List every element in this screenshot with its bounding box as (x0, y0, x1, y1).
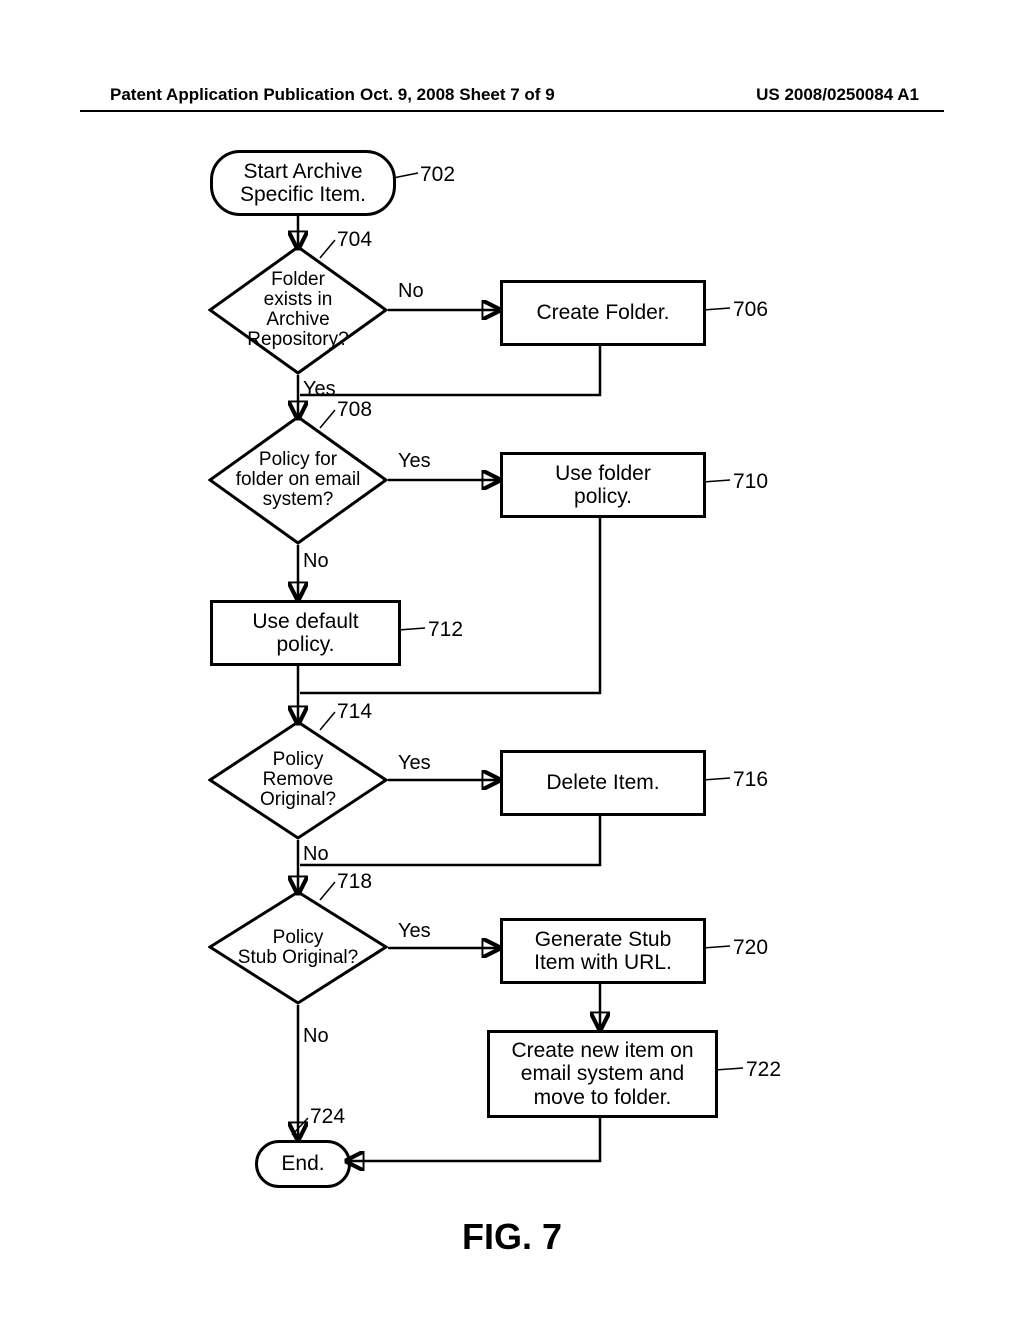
label-704-yes: Yes (303, 378, 336, 401)
terminator-end-text: End. (281, 1152, 324, 1175)
ref-708: 708 (337, 398, 372, 422)
header-right: US 2008/0250084 A1 (756, 85, 919, 105)
ref-704: 704 (337, 228, 372, 252)
process-722: Create new item on email system and move… (487, 1030, 718, 1118)
terminator-start: Start Archive Specific Item. (210, 150, 396, 216)
process-710-text: Use folder policy. (555, 462, 651, 508)
decision-708-text: Policy for folder on email system? (208, 415, 388, 545)
process-716-text: Delete Item. (546, 771, 659, 794)
label-708-yes: Yes (398, 450, 431, 473)
label-714-no: No (303, 843, 329, 866)
terminator-start-text: Start Archive Specific Item. (240, 160, 366, 206)
figure-caption: FIG. 7 (0, 1216, 1024, 1258)
ref-712: 712 (428, 618, 463, 642)
decision-718: Policy Stub Original? (208, 890, 388, 1005)
page: Patent Application Publication Oct. 9, 2… (0, 0, 1024, 1320)
process-716: Delete Item. (500, 750, 706, 816)
process-706: Create Folder. (500, 280, 706, 346)
decision-714-text: Policy Remove Original? (208, 720, 388, 840)
process-712-text: Use default policy. (252, 610, 358, 656)
label-708-no: No (303, 550, 329, 573)
header-rule (80, 110, 944, 112)
label-704-no: No (398, 280, 424, 303)
ref-702: 702 (420, 163, 455, 187)
decision-718-text: Policy Stub Original? (208, 890, 388, 1005)
ref-710: 710 (733, 470, 768, 494)
label-718-no: No (303, 1025, 329, 1048)
ref-722: 722 (746, 1058, 781, 1082)
ref-724: 724 (310, 1105, 345, 1129)
process-712: Use default policy. (210, 600, 401, 666)
ref-706: 706 (733, 298, 768, 322)
label-718-yes: Yes (398, 920, 431, 943)
terminator-end: End. (255, 1140, 351, 1188)
process-706-text: Create Folder. (536, 301, 669, 324)
process-710: Use folder policy. (500, 452, 706, 518)
decision-714: Policy Remove Original? (208, 720, 388, 840)
decision-704-text: Folder exists in Archive Repository? (208, 245, 388, 375)
ref-718: 718 (337, 870, 372, 894)
ref-714: 714 (337, 700, 372, 724)
decision-704: Folder exists in Archive Repository? (208, 245, 388, 375)
process-720-text: Generate Stub Item with URL. (534, 928, 672, 974)
label-714-yes: Yes (398, 752, 431, 775)
ref-720: 720 (733, 936, 768, 960)
header-left: Patent Application Publication (110, 85, 355, 105)
decision-708: Policy for folder on email system? (208, 415, 388, 545)
process-722-text: Create new item on email system and move… (511, 1039, 693, 1108)
ref-716: 716 (733, 768, 768, 792)
header-mid: Oct. 9, 2008 Sheet 7 of 9 (360, 85, 555, 105)
process-720: Generate Stub Item with URL. (500, 918, 706, 984)
connectors-overlay (0, 0, 1024, 1320)
